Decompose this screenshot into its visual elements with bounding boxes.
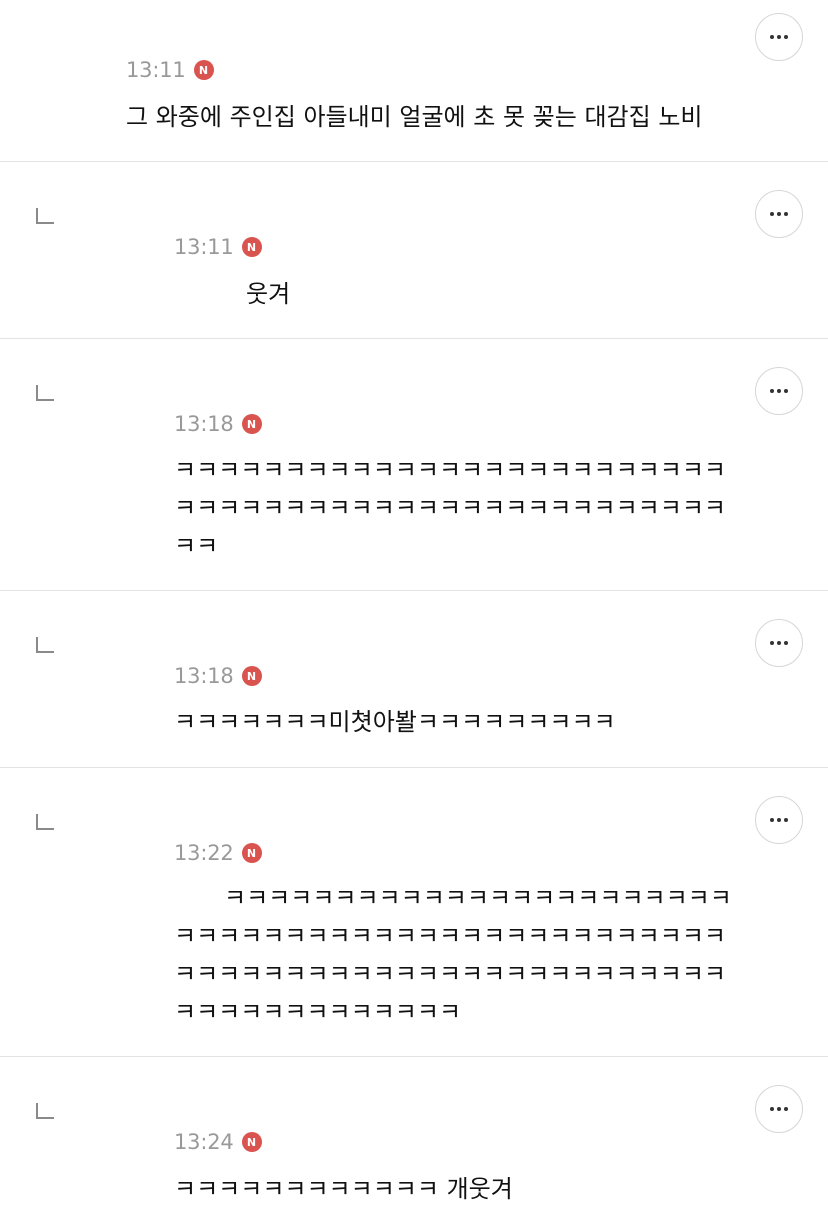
- reply-arrow-icon: [36, 814, 54, 830]
- new-badge-icon: N: [241, 414, 262, 434]
- comment-line: 그 와중에 주인집 아들내미 얼굴에 초 못 꽂는 대감집 노비: [126, 103, 703, 131]
- comment-time: 13:11: [174, 235, 234, 259]
- more-options-button[interactable]: [755, 367, 803, 415]
- comment-line: ㅋㅋㅋㅋㅋㅋㅋㅋㅋㅋㅋㅋㅋㅋㅋㅋㅋㅋㅋㅋㅋㅋㅋㅋㅋ: [174, 960, 726, 988]
- reply-arrow-icon: [36, 208, 54, 224]
- comment-time: 13:18: [174, 412, 234, 436]
- comment-text: ㅋㅋㅋㅋㅋㅋㅋㅋㅋㅋㅋㅋㅋㅋㅋㅋㅋㅋㅋㅋㅋㅋㅋㅋㅋㅋㅋㅋㅋㅋㅋㅋㅋㅋㅋㅋㅋㅋㅋㅋ…: [174, 451, 726, 565]
- comment-meta: 13:11 N: [126, 58, 214, 82]
- comment-line: ㅋㅋㅋㅋㅋㅋㅋㅋㅋㅋㅋㅋㅋㅋㅋㅋㅋㅋㅋㅋㅋㅋㅋㅋㅋ: [174, 456, 726, 484]
- comment-meta: 13:18 N: [174, 412, 262, 436]
- comment-time: 13:22: [174, 841, 234, 865]
- comment-line: 웃겨: [246, 280, 291, 308]
- more-options-icon: [770, 35, 788, 39]
- reply-comment-item: 13:18 N ㅋㅋㅋㅋㅋㅋㅋ미쳣아봘ㅋㅋㅋㅋㅋㅋㅋㅋㅋ: [0, 591, 828, 768]
- comment-text: ㅋㅋㅋㅋㅋㅋㅋㅋㅋㅋㅋㅋㅋㅋㅋㅋㅋㅋㅋㅋㅋㅋㅋㅋㅋㅋㅋㅋㅋㅋㅋㅋㅋㅋㅋㅋㅋㅋㅋㅋ…: [174, 879, 732, 1031]
- new-badge-icon: N: [241, 1132, 262, 1152]
- comment-line: ㅋㅋㅋㅋㅋㅋㅋ미쳣아봘ㅋㅋㅋㅋㅋㅋㅋㅋㅋ: [174, 708, 616, 736]
- reply-comment-item: 13:18 N ㅋㅋㅋㅋㅋㅋㅋㅋㅋㅋㅋㅋㅋㅋㅋㅋㅋㅋㅋㅋㅋㅋㅋㅋㅋ ㅋㅋㅋㅋㅋㅋㅋ…: [0, 339, 828, 591]
- more-options-icon: [770, 212, 788, 216]
- comment-line: ㅋㅋㅋㅋㅋㅋㅋㅋㅋㅋㅋㅋㅋ: [174, 998, 462, 1026]
- comment-text: 웃겨: [246, 275, 290, 313]
- reply-arrow-icon: [36, 1103, 54, 1119]
- comment-meta: 13:18 N: [174, 664, 262, 688]
- reply-comment-item: 13:11 N 웃겨: [0, 162, 828, 339]
- reply-arrow-icon: [36, 385, 54, 401]
- comment-text: 그 와중에 주인집 아들내미 얼굴에 초 못 꽂는 대감집 노비: [126, 98, 703, 136]
- more-options-icon: [770, 1107, 788, 1111]
- reply-comment-item: 13:22 N ㅋㅋㅋㅋㅋㅋㅋㅋㅋㅋㅋㅋㅋㅋㅋㅋㅋㅋㅋㅋㅋㅋㅋ ㅋㅋㅋㅋㅋㅋㅋㅋㅋ…: [0, 768, 828, 1057]
- comment-line: ㅋㅋㅋㅋㅋㅋㅋㅋㅋㅋㅋㅋㅋㅋㅋㅋㅋㅋㅋㅋㅋㅋㅋㅋㅋ: [174, 922, 726, 950]
- more-options-button[interactable]: [755, 796, 803, 844]
- more-options-button[interactable]: [755, 1085, 803, 1133]
- comment-line: ㅋㅋㅋㅋㅋㅋㅋㅋㅋㅋㅋㅋㅋㅋㅋㅋㅋㅋㅋㅋㅋㅋㅋㅋㅋ: [174, 494, 726, 522]
- comment-line: ㅋㅋ: [174, 532, 219, 560]
- more-options-button[interactable]: [755, 190, 803, 238]
- more-options-icon: [770, 818, 788, 822]
- comment-text: ㅋㅋㅋㅋㅋㅋㅋ미쳣아봘ㅋㅋㅋㅋㅋㅋㅋㅋㅋ: [174, 703, 616, 741]
- comment-text: ㅋㅋㅋㅋㅋㅋㅋㅋㅋㅋㅋㅋ 개웃겨: [174, 1170, 513, 1208]
- reply-comment-item: 13:24 N ㅋㅋㅋㅋㅋㅋㅋㅋㅋㅋㅋㅋ 개웃겨: [0, 1057, 828, 1225]
- more-options-icon: [770, 389, 788, 393]
- comment-meta: 13:11 N: [174, 235, 262, 259]
- comment-meta: 13:24 N: [174, 1130, 262, 1154]
- more-options-button[interactable]: [755, 619, 803, 667]
- more-options-button[interactable]: [755, 13, 803, 61]
- comment-item: 13:11 N 그 와중에 주인집 아들내미 얼굴에 초 못 꽂는 대감집 노비: [0, 0, 828, 162]
- new-badge-icon: N: [241, 843, 262, 863]
- more-options-icon: [770, 641, 788, 645]
- comment-time: 13:11: [126, 58, 186, 82]
- reply-arrow-icon: [36, 637, 54, 653]
- comment-line: ㅋㅋㅋㅋㅋㅋㅋㅋㅋㅋㅋㅋㅋㅋㅋㅋㅋㅋㅋㅋㅋㅋㅋ: [224, 884, 732, 912]
- comment-meta: 13:22 N: [174, 841, 262, 865]
- new-badge-icon: N: [193, 60, 214, 80]
- comment-time: 13:24: [174, 1130, 234, 1154]
- new-badge-icon: N: [241, 237, 262, 257]
- new-badge-icon: N: [241, 666, 262, 686]
- comment-line: ㅋㅋㅋㅋㅋㅋㅋㅋㅋㅋㅋㅋ 개웃겨: [174, 1175, 513, 1203]
- comment-time: 13:18: [174, 664, 234, 688]
